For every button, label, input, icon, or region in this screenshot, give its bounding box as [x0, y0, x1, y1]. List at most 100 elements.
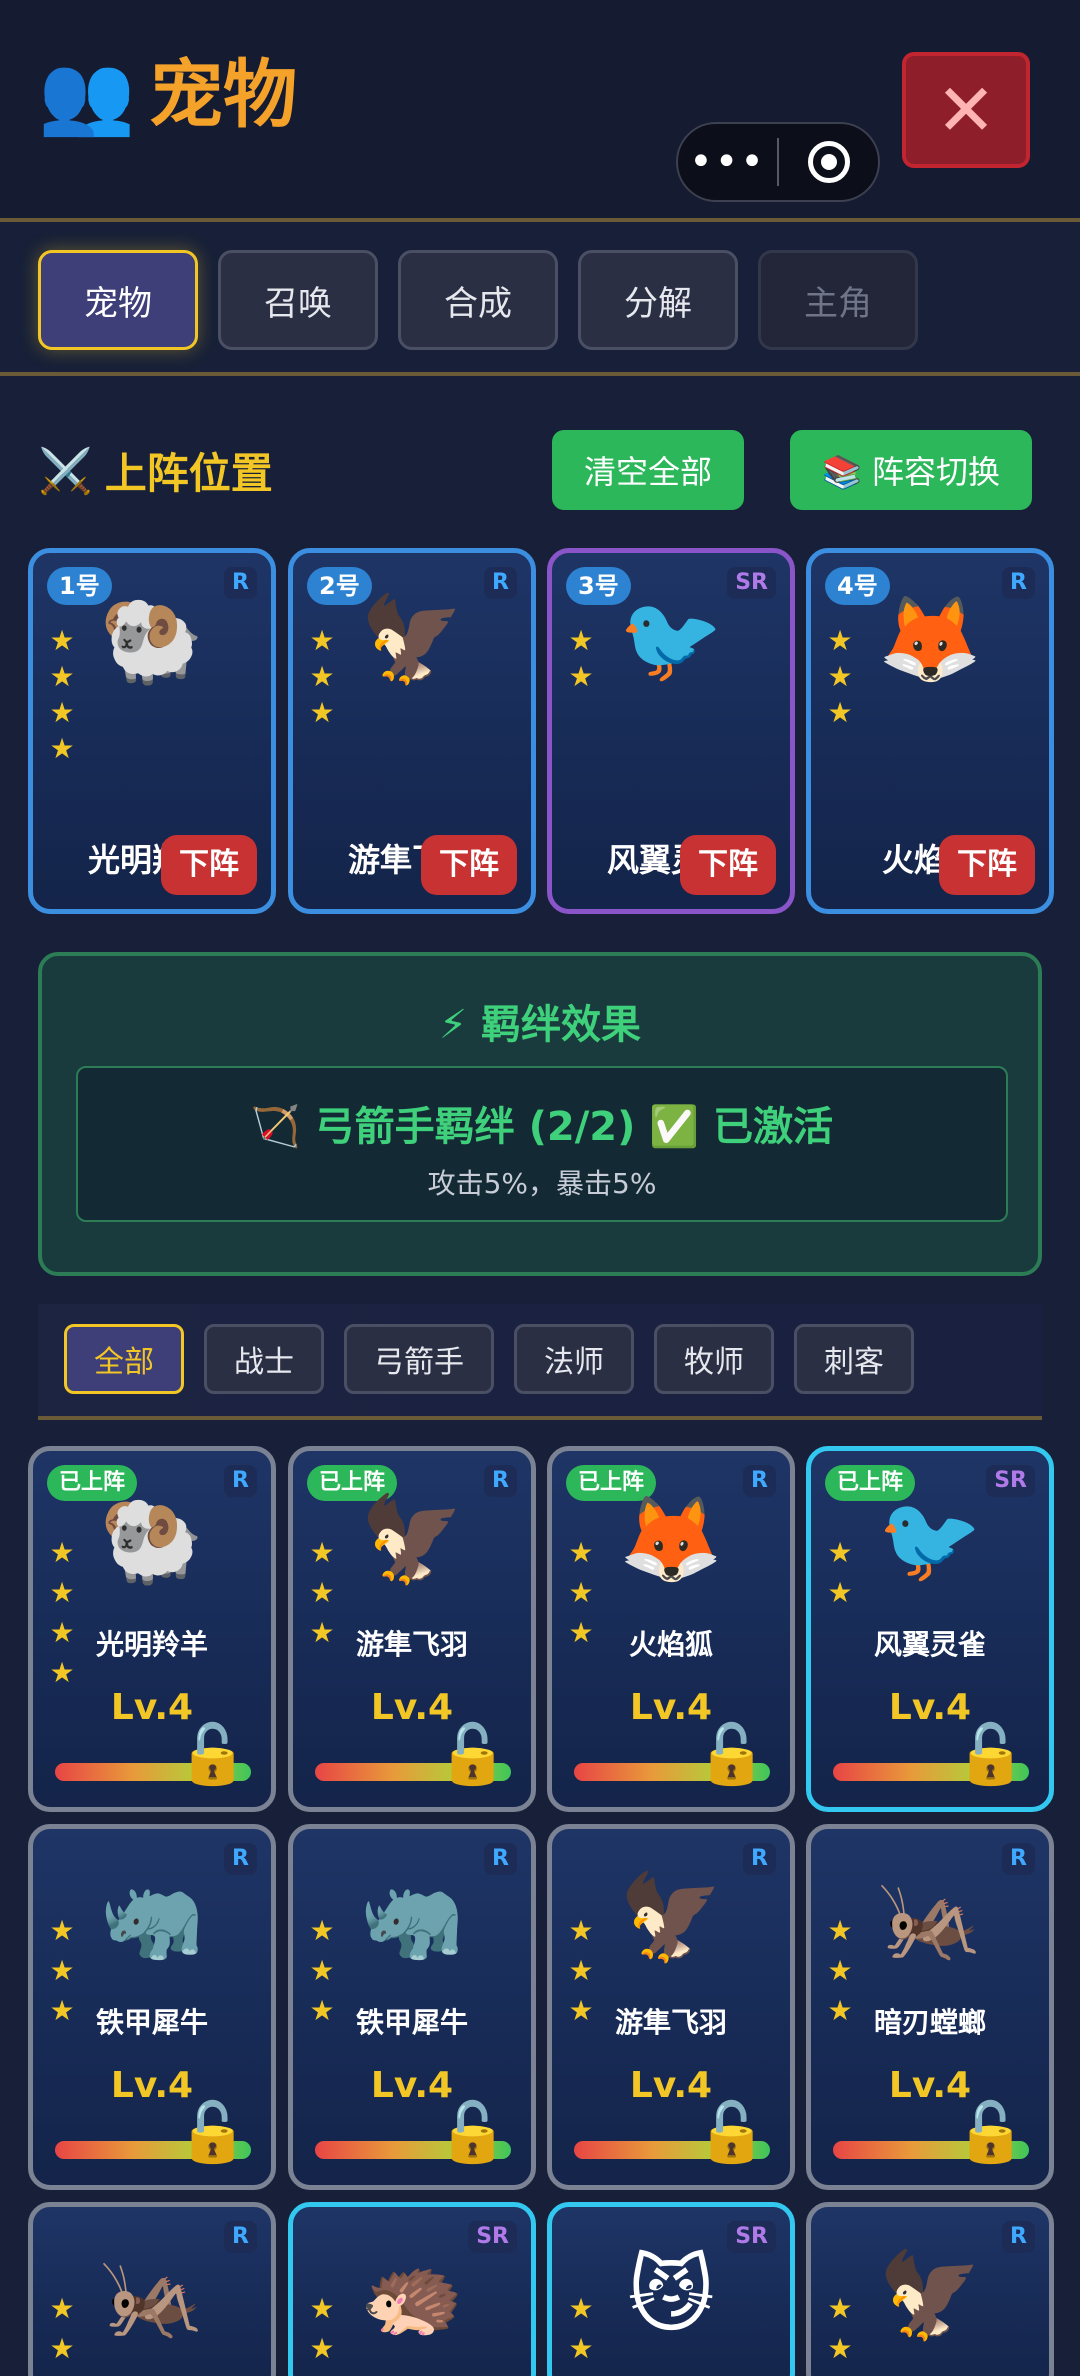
swords-icon: ⚔️ — [38, 445, 93, 497]
pet-card[interactable]: R 🦏 ★ ★ ★ 铁甲犀牛 Lv.4 🔓 — [28, 1824, 276, 2190]
bond-panel: ⚡ 羁绊效果 🏹 弓箭手羁绊 (2/2) ✅ 已激活 攻击5%，暴击5% — [38, 952, 1042, 1276]
pet-name: 光明羚羊 — [95, 1628, 208, 1661]
exit-miniprogram-button[interactable] — [779, 141, 878, 183]
filter-priest[interactable]: 牧师 — [654, 1324, 774, 1394]
star-icon: ★ — [568, 1914, 594, 1947]
pet-card[interactable]: R 🦅 ★ ★ ★ 游隼飞羽 Lv.4 🔓 — [547, 1824, 795, 2190]
filter-mage[interactable]: 法师 — [514, 1324, 634, 1394]
star-icon: ★ — [309, 1914, 335, 1947]
remove-from-lineup-button[interactable]: 下阵 — [421, 835, 517, 895]
star-icon: ★ — [827, 2332, 853, 2365]
lineup-slot-4[interactable]: 4号 R 🦊 ★ ★ ★ 火焰狐 下阵 — [806, 548, 1054, 914]
star-rating: ★ ★ — [566, 2289, 596, 2369]
pet-name: 游隼飞羽 — [355, 1628, 468, 1661]
lineup-title-text: 上阵位置 — [104, 449, 273, 498]
class-filters: 全部 战士 弓箭手 法师 牧师 刺客 — [64, 1324, 914, 1394]
pet-name: 风翼灵雀 — [873, 1628, 986, 1661]
unlock-icon[interactable]: 🔓 — [955, 1719, 1027, 1789]
star-rating: ★ ★ — [825, 2289, 855, 2369]
pet-card[interactable]: R 🦗 ★ ★ — [28, 2202, 276, 2376]
unlock-icon[interactable]: 🔓 — [437, 1719, 509, 1789]
star-icon: ★ — [568, 2332, 594, 2365]
star-icon: ★ — [49, 696, 75, 729]
star-icon: ★ — [827, 660, 853, 693]
tab-hero[interactable]: 主角 — [758, 250, 918, 350]
pet-card[interactable]: SR 😼 ★ ★ — [547, 2202, 795, 2376]
lineup-slot-3[interactable]: 3号 SR 🐦 ★ ★ 风翼灵雀 下阵 — [547, 548, 795, 914]
pet-card[interactable]: 已上阵 R 🐏 ★ ★ ★ ★ 光明羚羊 Lv.4 🔓 — [28, 1446, 276, 1812]
star-icon: ★ — [568, 1954, 594, 1987]
close-button[interactable]: ✕ — [902, 52, 1030, 168]
star-icon: ★ — [827, 696, 853, 729]
unlock-icon[interactable]: 🔓 — [177, 1719, 249, 1789]
star-rating: ★ ★ ★ ★ — [47, 1533, 77, 1693]
star-icon: ★ — [568, 660, 594, 693]
remove-from-lineup-button[interactable]: 下阵 — [680, 835, 776, 895]
pet-card[interactable]: R 🦗 ★ ★ ★ 暗刃螳螂 Lv.4 🔓 — [806, 1824, 1054, 2190]
pet-name: 游隼飞羽 — [614, 2006, 727, 2039]
star-icon: ★ — [827, 1576, 853, 1609]
star-icon: ★ — [309, 2332, 335, 2365]
pet-name: 铁甲犀牛 — [95, 2006, 208, 2039]
bond-effect-box: 🏹 弓箭手羁绊 (2/2) ✅ 已激活 攻击5%，暴击5% — [76, 1066, 1008, 1222]
tab-pets[interactable]: 宠物 — [38, 250, 198, 350]
star-icon: ★ — [827, 1536, 853, 1569]
star-rating: ★ ★ — [566, 623, 596, 695]
star-icon: ★ — [49, 1536, 75, 1569]
star-icon: ★ — [49, 624, 75, 657]
tab-summon[interactable]: 召唤 — [218, 250, 378, 350]
lineup-slot-1[interactable]: 1号 R 🐏 ★ ★ ★ ★ 光明羚羊 下阵 — [28, 548, 276, 914]
unlock-icon[interactable]: 🔓 — [696, 2097, 768, 2167]
divider — [0, 372, 1080, 376]
star-icon: ★ — [568, 2292, 594, 2325]
star-icon: ★ — [309, 1536, 335, 1569]
more-icon[interactable]: ••• — [678, 139, 777, 185]
filter-archer[interactable]: 弓箭手 — [344, 1324, 494, 1394]
remove-from-lineup-button[interactable]: 下阵 — [161, 835, 257, 895]
unlock-icon[interactable]: 🔓 — [437, 2097, 509, 2167]
tab-merge[interactable]: 合成 — [398, 250, 558, 350]
filter-warrior[interactable]: 战士 — [204, 1324, 324, 1394]
unlock-icon[interactable]: 🔓 — [955, 2097, 1027, 2167]
star-icon: ★ — [49, 1914, 75, 1947]
star-icon: ★ — [309, 1576, 335, 1609]
top-header: 👥 宠物 ••• ✕ — [0, 0, 1080, 222]
pet-card[interactable]: 已上阵 R 🦅 ★ ★ ★ 游隼飞羽 Lv.4 🔓 — [288, 1446, 536, 1812]
clear-all-button[interactable]: 清空全部 — [552, 430, 744, 510]
pet-card[interactable]: SR 🦔 ★ ★ — [288, 2202, 536, 2376]
star-icon: ★ — [309, 2292, 335, 2325]
star-icon: ★ — [49, 2332, 75, 2365]
remove-from-lineup-button[interactable]: 下阵 — [939, 835, 1035, 895]
tab-decompose[interactable]: 分解 — [578, 250, 738, 350]
star-icon: ★ — [568, 624, 594, 657]
pet-card[interactable]: R 🦏 ★ ★ ★ 铁甲犀牛 Lv.4 🔓 — [288, 1824, 536, 2190]
lineup-switch-button[interactable]: 📚 阵容切换 — [790, 430, 1032, 510]
star-icon: ★ — [309, 624, 335, 657]
pet-name: 火焰狐 — [628, 1628, 713, 1661]
bond-detail: 攻击5%，暴击5% — [427, 1167, 657, 1200]
star-icon: ★ — [827, 1914, 853, 1947]
star-icon: ★ — [49, 1954, 75, 1987]
divider — [38, 1416, 1042, 1420]
filter-all[interactable]: 全部 — [64, 1324, 184, 1394]
pet-name: 暗刃螳螂 — [873, 2006, 986, 2039]
unlock-icon[interactable]: 🔓 — [177, 2097, 249, 2167]
star-icon: ★ — [827, 2292, 853, 2325]
main-tabs: 宠物 召唤 合成 分解 主角 — [38, 250, 918, 350]
filter-assassin[interactable]: 刺客 — [794, 1324, 914, 1394]
star-rating: ★ ★ ★ — [307, 623, 337, 731]
pet-card[interactable]: 已上阵 R 🦊 ★ ★ ★ 火焰狐 Lv.4 🔓 — [547, 1446, 795, 1812]
page-title-text: 宠物 — [149, 52, 298, 138]
unlock-icon[interactable]: 🔓 — [696, 1719, 768, 1789]
lineup-slot-2[interactable]: 2号 R 🦅 ★ ★ ★ 游隼飞羽 下阵 — [288, 548, 536, 914]
star-icon: ★ — [568, 1576, 594, 1609]
pet-card[interactable]: 已上阵 SR 🐦 ★ ★ 风翼灵雀 Lv.4 🔓 — [806, 1446, 1054, 1812]
star-icon: ★ — [309, 660, 335, 693]
star-icon: ★ — [49, 732, 75, 765]
group-icon: 👥 — [38, 50, 136, 140]
star-rating: ★ ★ — [47, 2289, 77, 2369]
bond-effect: 🏹 弓箭手羁绊 (2/2) ✅ 已激活 — [250, 1104, 834, 1150]
star-icon: ★ — [827, 1954, 853, 1987]
star-icon: ★ — [49, 660, 75, 693]
pet-card[interactable]: R 🦅 ★ ★ — [806, 2202, 1054, 2376]
